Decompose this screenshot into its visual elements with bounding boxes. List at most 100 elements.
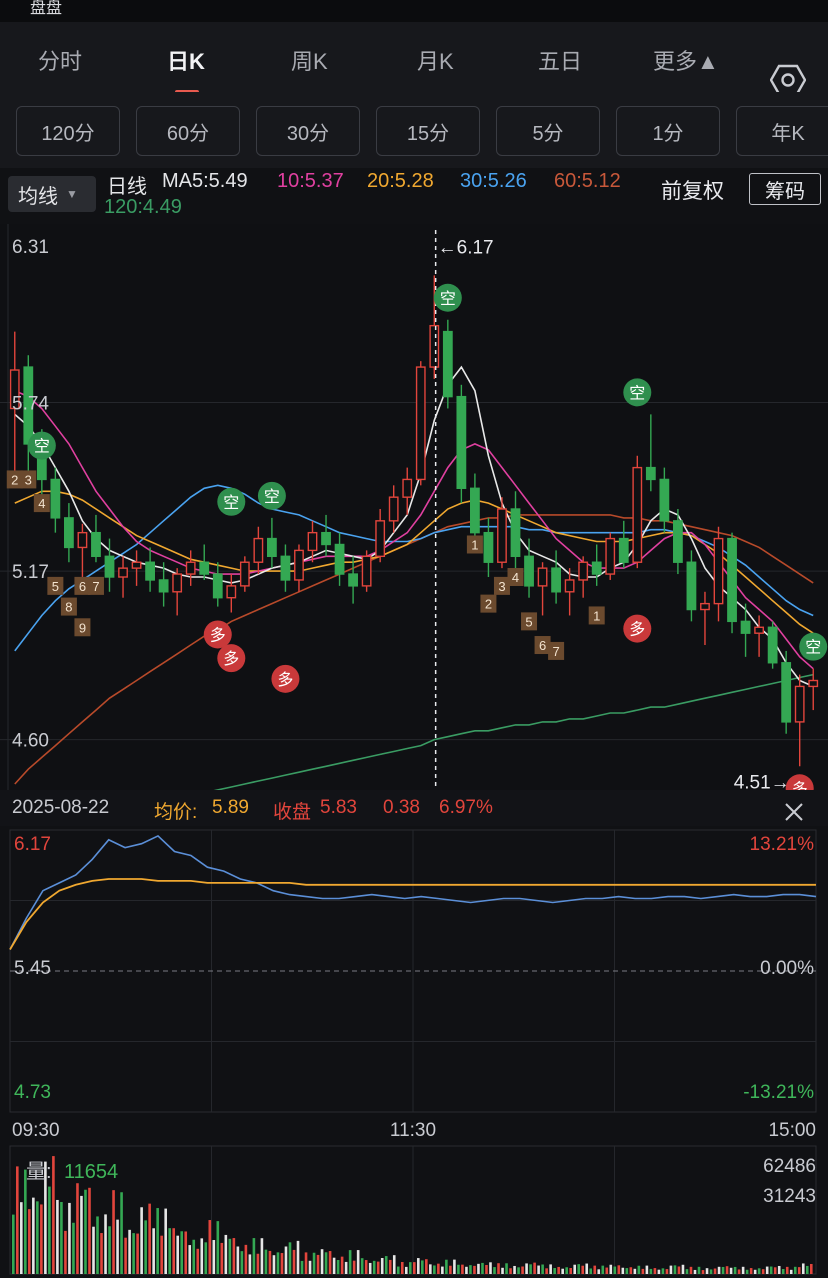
tab-five-day[interactable]: 五日	[538, 44, 582, 76]
y-label-5-17: 5.17	[12, 562, 49, 583]
candle-body	[632, 466, 643, 563]
candle-body	[131, 561, 142, 569]
volume-bar	[505, 1263, 508, 1274]
volume-bar	[573, 1264, 576, 1274]
legend-ma30: 30:5.26	[460, 170, 527, 192]
low-price-label: 4.51→	[734, 772, 790, 790]
volume-bar	[236, 1246, 240, 1274]
volume-bar	[685, 1269, 689, 1274]
close-icon[interactable]	[782, 800, 806, 824]
volume-bar	[569, 1268, 572, 1274]
buy-signal-marker: 空	[27, 431, 56, 460]
tab-daily-k[interactable]: 日K	[167, 44, 205, 76]
legend-kind: 日线	[107, 176, 147, 198]
sequence-number-badge: 5	[521, 612, 538, 631]
intraday-chart[interactable]: 6.17 13.21% 5.45 0.00% 4.73 -13.21% 09:3…	[0, 826, 828, 1278]
candle-body	[591, 561, 602, 575]
volume-bar	[376, 1261, 380, 1274]
volume-bar	[48, 1186, 51, 1274]
tab-timeshare[interactable]: 分时	[38, 44, 82, 76]
candle-body	[497, 508, 507, 563]
volume-bar	[513, 1265, 516, 1274]
volume-bar	[749, 1268, 753, 1274]
candle-body	[808, 679, 819, 688]
tab-weekly-k[interactable]: 周K	[291, 44, 328, 76]
volume-bar	[581, 1265, 585, 1274]
badge-number: 7	[552, 644, 559, 659]
volume-bar	[649, 1268, 653, 1274]
volume-bar	[276, 1252, 280, 1274]
volume-bar	[697, 1266, 701, 1274]
candle-body	[564, 579, 575, 593]
buy-signal-marker: 多	[623, 614, 652, 643]
badge-number: 2	[11, 472, 18, 487]
interval-30min[interactable]: 30分	[256, 106, 360, 156]
candle-body	[659, 478, 670, 522]
volume-bar	[104, 1214, 107, 1274]
volume-bar	[176, 1235, 180, 1274]
volume-bar	[320, 1249, 324, 1274]
interval-60min[interactable]: 60分	[136, 106, 240, 156]
volume-bar	[701, 1270, 705, 1274]
tab-more[interactable]: 更多▲	[653, 44, 719, 76]
buy-signal-marker: 空	[217, 487, 246, 516]
candle-body	[212, 573, 223, 599]
interval-120min[interactable]: 120分	[16, 106, 120, 156]
volume-bar	[28, 1209, 31, 1274]
volume-bar	[741, 1266, 745, 1274]
volume-bar	[348, 1250, 352, 1274]
candle-body	[470, 487, 480, 534]
volume-bar	[541, 1264, 544, 1274]
candle-body	[713, 537, 724, 605]
interval-yearly-k[interactable]: 年K	[736, 106, 828, 156]
volume-bar	[64, 1230, 67, 1274]
interval-15min[interactable]: 15分	[376, 106, 480, 156]
chips-button[interactable]: 筹码	[749, 173, 821, 205]
volume-bar	[204, 1242, 208, 1274]
volume-bar	[372, 1260, 376, 1274]
sequence-number-badge: 4	[33, 494, 50, 513]
tab-monthly-k[interactable]: 月K	[417, 44, 454, 76]
signal-text: 多	[210, 626, 226, 644]
volume-bar	[445, 1259, 448, 1274]
ma-selector-dropdown[interactable]: 均线 ▼	[8, 176, 96, 212]
badge-number: 3	[498, 579, 505, 594]
volume-bar	[665, 1269, 669, 1274]
volume-bar	[693, 1269, 697, 1274]
sequence-number-badge: 7	[548, 641, 565, 660]
interval-5min[interactable]: 5分	[496, 106, 600, 156]
volume-bar	[192, 1239, 196, 1274]
candle-body	[415, 366, 426, 481]
status-strip: 盘盘	[0, 0, 828, 22]
kline-chart[interactable]: 空空 空空空空多多多多多123456 78912 345 6 7 6.31 5.74 5.…	[0, 224, 828, 790]
adjust-mode-button[interactable]: 前复权	[661, 175, 724, 205]
volume-bar	[597, 1269, 601, 1274]
volume-bar	[417, 1258, 420, 1274]
volume-bar	[304, 1252, 308, 1274]
volume-bar	[400, 1262, 404, 1274]
volume-bar	[737, 1269, 741, 1274]
candle-body	[145, 561, 155, 581]
volume-bar	[288, 1242, 292, 1274]
volume-bar	[272, 1255, 276, 1274]
interval-1min[interactable]: 1分	[616, 106, 720, 156]
volume-bar	[617, 1265, 621, 1274]
volume-bar	[124, 1237, 127, 1274]
volume-bar	[757, 1268, 761, 1274]
volume-bar	[260, 1238, 264, 1274]
candle-body	[402, 478, 413, 498]
signal-text: 空	[440, 290, 456, 308]
volume-bar	[421, 1260, 424, 1274]
volume-bar	[717, 1266, 721, 1274]
badge-number: 3	[25, 472, 32, 487]
volume-bar	[232, 1238, 236, 1274]
volume-bar	[148, 1203, 151, 1274]
volume-bar	[565, 1267, 568, 1274]
volume-bar	[144, 1220, 147, 1274]
info-close-value: 5.83	[320, 797, 357, 818]
volume-bar	[52, 1156, 55, 1274]
sequence-number-badge: 8	[60, 597, 77, 616]
volume-bar	[112, 1190, 115, 1274]
legend-ma120: 120:4.49	[104, 196, 182, 218]
volume-bar	[589, 1268, 593, 1274]
